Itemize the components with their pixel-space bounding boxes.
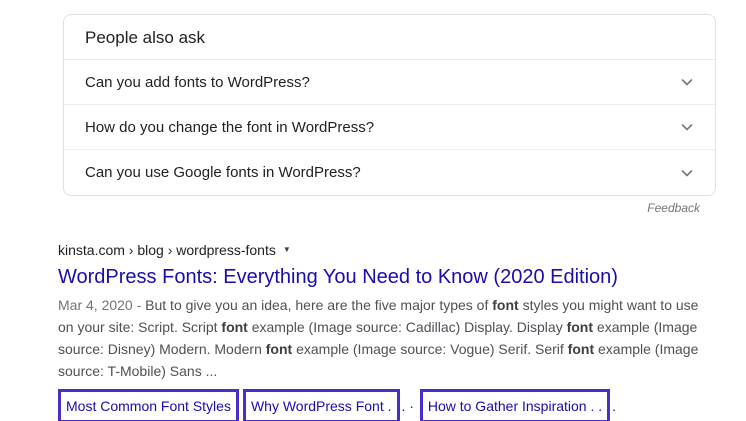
chevron-down-icon bbox=[680, 166, 694, 180]
result-title-link[interactable]: WordPress Fonts: Everything You Need to … bbox=[58, 264, 708, 290]
feedback-link[interactable]: Feedback bbox=[647, 201, 700, 215]
sitelink-how-to-gather-inspiration[interactable]: How to Gather Inspiration . . bbox=[428, 398, 602, 414]
paa-question-text: Can you add fonts to WordPress? bbox=[85, 74, 310, 91]
breadcrumb-row: kinsta.com › blog › wordpress-fonts ▼ bbox=[58, 241, 708, 258]
chevron-down-icon bbox=[680, 75, 694, 89]
highlight-box: Most Common Font Styles bbox=[58, 389, 239, 421]
people-also-ask-card: People also ask Can you add fonts to Wor… bbox=[63, 14, 716, 196]
breadcrumb[interactable]: kinsta.com › blog › wordpress-fonts bbox=[58, 242, 276, 258]
chevron-down-icon bbox=[680, 120, 694, 134]
search-result: kinsta.com › blog › wordpress-fonts ▼ Wo… bbox=[58, 241, 708, 421]
sitelink-why-wordpress-font[interactable]: Why WordPress Font . bbox=[251, 398, 392, 414]
breadcrumb-dropdown-icon[interactable]: ▼ bbox=[283, 245, 291, 254]
google-serp-fragment: People also ask Can you add fonts to Wor… bbox=[0, 0, 746, 421]
highlight-box: Why WordPress Font . bbox=[243, 389, 400, 421]
paa-question-row-3[interactable]: Can you use Google fonts in WordPress? bbox=[64, 150, 715, 195]
paa-question-text: Can you use Google fonts in WordPress? bbox=[85, 164, 361, 181]
sitelink-separator: . · bbox=[402, 398, 418, 414]
result-snippet: Mar 4, 2020 - But to give you an idea, h… bbox=[58, 294, 706, 382]
sitelinks-row: Most Common Font Styles Why WordPress Fo… bbox=[58, 389, 708, 421]
highlight-box: How to Gather Inspiration . . bbox=[420, 389, 610, 421]
people-also-ask-title: People also ask bbox=[64, 15, 715, 60]
paa-question-text: How do you change the font in WordPress? bbox=[85, 119, 374, 136]
sitelink-most-common-font-styles[interactable]: Most Common Font Styles bbox=[66, 398, 231, 414]
paa-question-row-2[interactable]: How do you change the font in WordPress? bbox=[64, 105, 715, 150]
paa-question-row-1[interactable]: Can you add fonts to WordPress? bbox=[64, 60, 715, 105]
sitelink-separator: . bbox=[612, 398, 616, 414]
